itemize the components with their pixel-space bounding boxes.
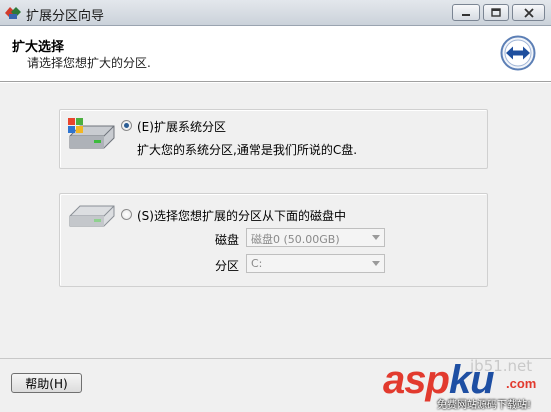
page-subtitle: 请选择您想扩大的分区. [27,56,151,70]
disk-field-label: 磁盘 [215,233,240,247]
minimize-button[interactable] [452,4,480,21]
extend-arrows-icon [500,35,536,71]
chevron-down-icon [372,235,380,240]
chevron-down-icon [372,261,380,266]
help-button[interactable]: 帮助(H) [11,373,82,393]
minimize-icon [462,13,470,16]
option-select-partition-label[interactable]: (S)选择您想扩展的分区从下面的磁盘中 [137,207,346,224]
wizard-body: (E)扩展系统分区 扩大您的系统分区,通常是我们所说的C盘. (S)选择您想扩展… [0,83,551,358]
option-system-partition-label[interactable]: (E)扩展系统分区 [137,118,226,135]
radio-selected-dot [124,123,129,128]
watermark-tld: .com [506,376,537,391]
partition-field-label: 分区 [215,259,240,273]
disk-select[interactable]: 磁盘0 (50.00GB) [246,228,385,247]
option-system-partition-group: (E)扩展系统分区 扩大您的系统分区,通常是我们所说的C盘. [59,109,488,169]
maximize-button[interactable] [483,4,509,21]
option-system-partition-description: 扩大您的系统分区,通常是我们所说的C盘. [137,143,358,157]
disk-drive-icon [69,205,115,227]
window-title: 扩展分区向导 [26,9,105,24]
partition-select-value: C: [251,257,263,270]
partition-select[interactable]: C: [246,254,385,273]
maximize-icon [491,8,501,17]
page-title: 扩大选择 [12,40,65,55]
option-system-partition-radio[interactable] [121,120,132,131]
disk-select-value: 磁盘0 (50.00GB) [251,233,340,246]
watermark-tagline: 免费网站源码下载站! [437,400,532,411]
partition-wizard-icon [5,7,21,19]
wizard-header: 扩大选择 请选择您想扩大的分区. [0,27,551,82]
system-drive-icon [68,118,115,149]
close-icon [523,7,534,18]
title-bar: 扩展分区向导 [0,0,551,26]
option-select-partition-radio[interactable] [121,209,132,220]
option-select-partition-group: (S)选择您想扩展的分区从下面的磁盘中 磁盘 磁盘0 (50.00GB) 分区 … [59,193,488,287]
close-button[interactable] [512,4,545,21]
